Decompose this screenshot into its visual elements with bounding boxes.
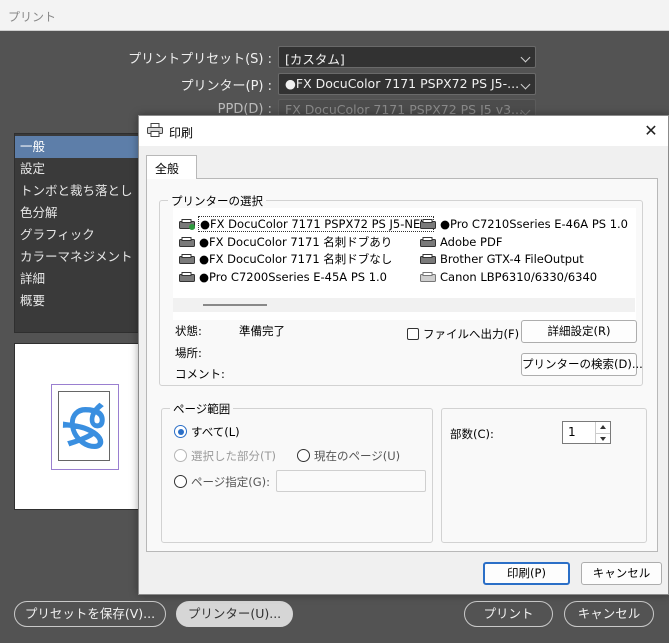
printer-item[interactable]: ●FX DocuColor 7171 PSPX72 PS J5-NEW — [177, 216, 434, 234]
category-sidebar: 一般 設定 トンボと裁ち落とし 色分解 グラフィック カラーマネジメント 詳細 … — [14, 133, 142, 333]
printer-icon — [420, 236, 436, 247]
printer-icon — [420, 254, 436, 264]
background-cancel-button[interactable]: キャンセル — [564, 601, 654, 627]
status-value: 準備完了 — [239, 324, 285, 338]
printer-name: ●Pro C7200Sseries E-45A PS 1.0 — [199, 269, 387, 284]
sidebar-item-general[interactable]: 一般 — [15, 136, 141, 158]
printer-button[interactable]: プリンター(U)... — [176, 601, 293, 627]
range-pages-radio[interactable] — [174, 475, 187, 488]
spin-up-button[interactable] — [596, 422, 610, 433]
preview-page: ぬ — [51, 384, 119, 470]
sidebar-item-graphics[interactable]: グラフィック — [15, 224, 141, 246]
printer-icon — [179, 254, 195, 264]
range-current-radio[interactable] — [297, 449, 310, 462]
printer-icon — [420, 219, 436, 229]
printer-item[interactable]: Adobe PDF — [418, 234, 628, 252]
printer-item[interactable]: ●FX DocuColor 7171 名刺ドブなし — [177, 251, 433, 269]
printer-item[interactable]: Canon LBP6310/6330/6340 — [418, 269, 628, 287]
sidebar-item-advanced[interactable]: 詳細 — [15, 268, 141, 290]
sidebar-item-color-management[interactable]: カラーマネジメント — [15, 246, 141, 268]
printer-label: プリンター(P) : — [180, 79, 273, 94]
close-icon[interactable]: ✕ — [640, 120, 662, 142]
printer-column-right: ●Pro C7210Sseries E-46A PS 1.0 Adobe PDF… — [418, 216, 628, 286]
save-preset-button[interactable]: プリセットを保存(V)... — [14, 601, 166, 627]
printer-column-left: ●FX DocuColor 7171 PSPX72 PS J5-NEW ●FX … — [177, 216, 434, 287]
sidebar-item-marks-bleed[interactable]: トンボと裁ち落とし — [15, 180, 141, 202]
printer-item[interactable]: ●Pro C7210Sseries E-46A PS 1.0 — [418, 216, 628, 234]
scrollbar-thumb[interactable] — [203, 304, 267, 306]
range-current-label[interactable]: 現在のページ(U) — [314, 448, 400, 464]
printer-name: ●Pro C7210Sseries E-46A PS 1.0 — [440, 217, 628, 231]
print-to-file-label[interactable]: ファイルへ出力(F) — [423, 326, 519, 342]
printer-icon — [179, 236, 195, 247]
range-pages-input[interactable] — [276, 470, 426, 492]
print-preview: ぬ — [14, 343, 142, 510]
chevron-down-icon — [520, 79, 531, 90]
print-button[interactable]: プリント — [464, 601, 553, 627]
background-title-bar: プリント — [0, 0, 669, 31]
location-label: 場所: — [175, 346, 202, 360]
spin-down-button[interactable] — [596, 432, 610, 444]
printer-name: Canon LBP6310/6330/6340 — [440, 269, 598, 284]
copies-value[interactable]: 1 — [568, 425, 576, 439]
printer-value: ●FX DocuColor 7171 PSPX72 PS J5-... — [285, 76, 520, 91]
sidebar-item-setup[interactable]: 設定 — [15, 158, 141, 180]
range-all-radio[interactable] — [174, 425, 187, 438]
copies-spin-buttons — [595, 422, 610, 443]
find-printer-button[interactable]: プリンターの検索(D)... — [521, 353, 643, 376]
printer-dropdown[interactable]: ●FX DocuColor 7171 PSPX72 PS J5-... — [278, 73, 536, 95]
advanced-settings-button[interactable]: 詳細設定(R) — [521, 320, 637, 343]
page-range-legend: ページ範囲 — [170, 401, 234, 417]
triangle-down-icon — [600, 436, 606, 441]
background-window-title: プリント — [8, 10, 57, 24]
preset-label: プリントプリセット(S) : — [128, 52, 272, 67]
triangle-up-icon — [600, 425, 606, 429]
preview-content: ぬ — [58, 391, 110, 461]
sidebar-item-summary[interactable]: 概要 — [15, 290, 141, 312]
printer-name: Adobe PDF — [440, 234, 503, 249]
printer-icon — [179, 271, 195, 282]
printer-name: Brother GTX-4 FileOutput — [440, 252, 584, 266]
print-to-file-checkbox[interactable] — [407, 328, 419, 340]
printer-default-icon — [179, 219, 195, 230]
tab-general[interactable]: 全般 — [146, 155, 197, 179]
sidebar-item-separations[interactable]: 色分解 — [15, 202, 141, 224]
range-all-label[interactable]: すべて(L) — [191, 424, 240, 440]
printer-name: ●FX DocuColor 7171 名刺ドブなし — [199, 252, 393, 266]
status-label: 状態: — [175, 324, 202, 338]
range-selection-radio — [174, 449, 187, 462]
comment-label: コメント: — [175, 367, 225, 381]
range-pages-label[interactable]: ページ指定(G): — [191, 474, 270, 490]
printer-icon — [147, 123, 163, 137]
chevron-down-icon — [520, 52, 531, 63]
print-dialog-cancel-button[interactable]: キャンセル — [581, 562, 662, 585]
print-dialog-print-button[interactable]: 印刷(P) — [483, 562, 570, 585]
dialog-title-bar: 印刷 ✕ — [139, 116, 668, 146]
printer-icon — [420, 271, 436, 282]
printer-list-scrollbar[interactable] — [173, 298, 635, 312]
preset-value: [カスタム] — [285, 52, 345, 67]
preview-glyph: ぬ — [59, 402, 109, 452]
printer-selection-legend: プリンターの選択 — [168, 193, 266, 209]
printer-item[interactable]: ●FX DocuColor 7171 名刺ドブあり — [177, 234, 433, 252]
range-selection-label: 選択した部分(T) — [191, 449, 276, 463]
printer-name: ●FX DocuColor 7171 PSPX72 PS J5-NEW — [198, 216, 434, 232]
print-dialog: 印刷 ✕ 全般 プリンターの選択 ●FX DocuColor 7171 PSPX… — [138, 115, 669, 595]
printer-name: ●FX DocuColor 7171 名刺ドブあり — [199, 234, 393, 249]
preset-dropdown[interactable]: [カスタム] — [278, 46, 536, 68]
copies-label: 部数(C): — [450, 427, 494, 441]
copies-stepper[interactable]: 1 — [562, 421, 611, 444]
printer-item[interactable]: ●Pro C7200Sseries E-45A PS 1.0 — [177, 269, 433, 287]
dialog-title: 印刷 — [169, 126, 194, 140]
printer-list[interactable]: ●FX DocuColor 7171 PSPX72 PS J5-NEW ●FX … — [173, 208, 636, 320]
printer-item[interactable]: Brother GTX-4 FileOutput — [418, 251, 628, 269]
